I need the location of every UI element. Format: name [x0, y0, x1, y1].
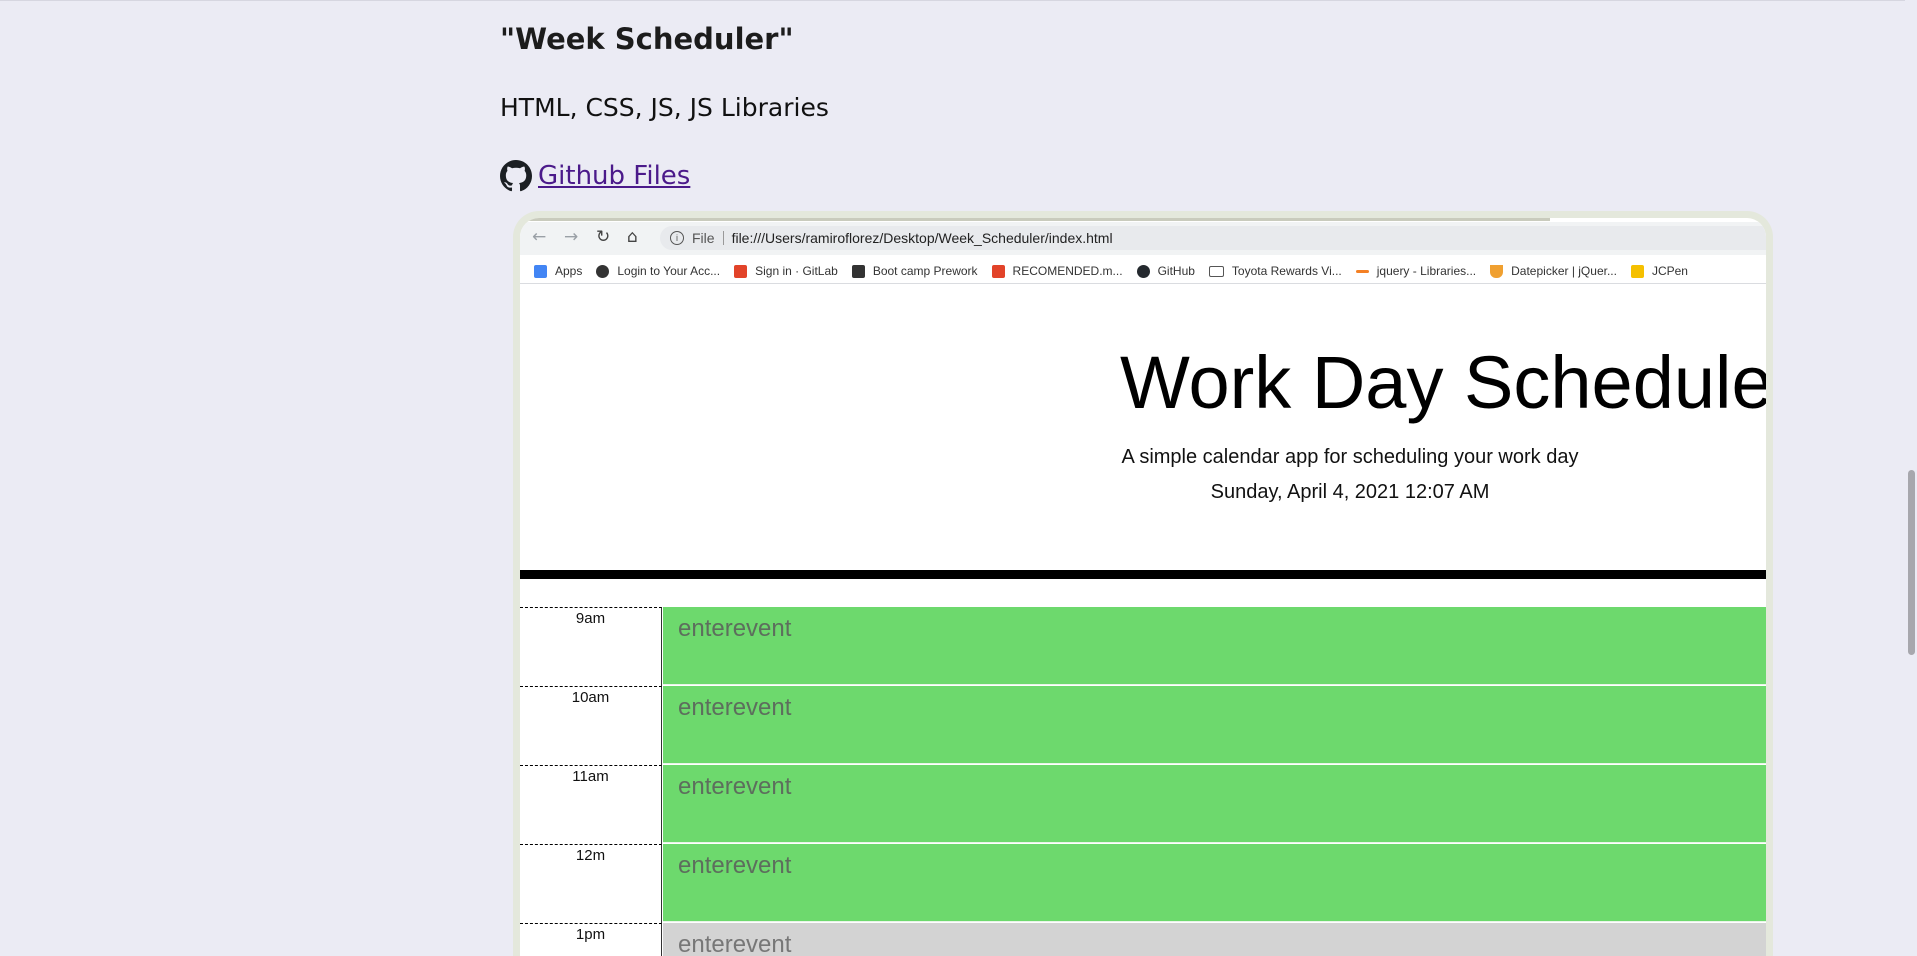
github-icon	[1136, 264, 1150, 278]
hour-label: 11am	[520, 765, 662, 844]
bars-icon	[1630, 264, 1644, 278]
hour-label: 1pm	[520, 923, 662, 956]
shield-icon	[1490, 264, 1504, 278]
hour-label: 10am	[520, 686, 662, 765]
home-icon[interactable]: ⌂	[627, 227, 638, 247]
event-input[interactable]: enterevent	[663, 686, 1766, 764]
bookmark-jquery[interactable]: jquery - Libraries...	[1355, 264, 1476, 278]
bookmark-apps[interactable]: Apps	[534, 264, 582, 278]
back-arrow-icon[interactable]: ←	[532, 227, 546, 247]
loading-bar	[520, 218, 1550, 221]
bookmark-jcpenney[interactable]: JCPen	[1630, 264, 1688, 278]
time-block: 12m enterevent	[520, 844, 1766, 923]
time-block: 11am enterevent	[520, 765, 1766, 844]
bookmarks-bar: Apps Login to Your Acc... Sign in · GitL…	[520, 259, 1766, 284]
event-input[interactable]: enterevent	[663, 607, 1766, 685]
bookmark-gitlab[interactable]: Sign in · GitLab	[734, 264, 838, 278]
top-divider	[0, 0, 1917, 1]
app-header: Work Day Scheduler A simple calendar app…	[520, 284, 1766, 552]
project-title: "Week Scheduler"	[500, 22, 794, 56]
time-block: 10am enterevent	[520, 686, 1766, 765]
bookmark-login[interactable]: Login to Your Acc...	[596, 264, 720, 278]
hour-label: 9am	[520, 607, 662, 686]
app-subtitle: A simple calendar app for scheduling you…	[1121, 446, 1579, 468]
globe-icon	[596, 264, 610, 278]
time-block: 9am enterevent	[520, 607, 1766, 686]
current-datetime: Sunday, April 4, 2021 12:07 AM	[1210, 481, 1490, 503]
scrollbar-thumb[interactable]	[1908, 470, 1915, 655]
card-icon	[1208, 265, 1224, 277]
bookmark-toyota[interactable]: Toyota Rewards Vi...	[1208, 264, 1342, 278]
info-icon[interactable]: i	[670, 231, 684, 245]
code-icon	[1355, 269, 1369, 273]
address-bar[interactable]: i File file:///Users/ramiroflorez/Deskto…	[660, 226, 1766, 250]
event-input[interactable]: enterevent	[663, 765, 1766, 843]
app-title: Work Day Scheduler	[1120, 341, 1773, 424]
screenshot-preview: ← → ↻ ⌂ i File file:///Users/ramiroflore…	[513, 211, 1773, 956]
header-divider	[520, 570, 1766, 579]
page-scrollbar[interactable]	[1905, 0, 1917, 941]
hour-label: 12m	[520, 844, 662, 923]
apps-grid-icon	[534, 264, 547, 278]
time-block-list: 9am enterevent 10am enterevent 11am ente…	[520, 607, 1766, 956]
tech-stack: HTML, CSS, JS, JS Libraries	[500, 93, 829, 122]
bookmark-datepicker[interactable]: Datepicker | jQuer...	[1490, 264, 1617, 278]
browser-toolbar: ← → ↻ ⌂ i File file:///Users/ramiroflore…	[520, 222, 1766, 255]
bookmark-prework[interactable]: Boot camp Prework	[851, 264, 978, 278]
event-input[interactable]: enterevent	[663, 844, 1766, 922]
bookmark-recomended[interactable]: RECOMENDED.m...	[991, 264, 1123, 278]
github-row: Github Files	[500, 160, 690, 192]
github-icon[interactable]	[500, 160, 532, 192]
gitlab-icon	[991, 264, 1005, 278]
forward-arrow-icon[interactable]: →	[564, 227, 578, 247]
url-text[interactable]: file:///Users/ramiroflorez/Desktop/Week_…	[732, 230, 1113, 246]
time-block: 1pm enterevent	[520, 923, 1766, 956]
github-files-link[interactable]: Github Files	[538, 161, 690, 191]
gitlab-icon	[734, 264, 748, 278]
event-input[interactable]: enterevent	[663, 923, 1766, 956]
book-icon	[851, 264, 865, 278]
bookmark-github[interactable]: GitHub	[1136, 264, 1195, 278]
reload-icon[interactable]: ↻	[596, 227, 610, 247]
url-scheme: File	[692, 230, 715, 246]
url-separator	[722, 231, 724, 245]
